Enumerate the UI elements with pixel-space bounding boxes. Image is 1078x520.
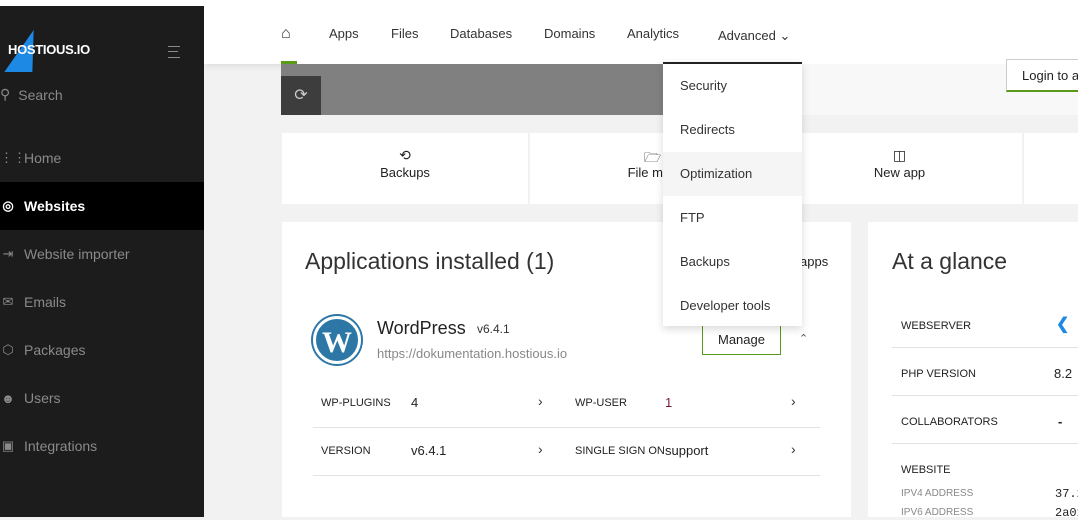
detail-label: VERSION xyxy=(321,445,371,457)
ipv4-label: IPV4 ADDRESS xyxy=(901,488,974,499)
tab-databases[interactable]: Databases xyxy=(450,6,512,64)
grid-icon: ⋮⋮ xyxy=(0,150,26,165)
quick-action-label: New app xyxy=(873,165,926,180)
at-a-glance-card: At a glance WEBSERVER ❮ PHP VERSION 8.2 … xyxy=(868,222,1078,520)
top-nav: ⌂ Apps Files Databases Domains Analytics… xyxy=(204,6,1078,64)
quick-action-new-app[interactable]: ◫ New app xyxy=(777,133,1022,204)
import-icon: ⇥ xyxy=(2,246,14,261)
quick-action-backups[interactable]: ⟲ Backups xyxy=(282,133,528,204)
glance-row: PHP VERSION 8.2 xyxy=(892,348,1078,396)
sidebar-item-website-importer[interactable]: ⇥ Website importer xyxy=(0,230,204,278)
refresh-icon[interactable]: ⟳ xyxy=(281,76,321,115)
glance-title: At a glance xyxy=(892,248,1008,274)
glance-row: WEBSERVER ❮ xyxy=(892,300,1078,348)
tab-home[interactable]: ⌂ xyxy=(281,6,297,64)
sidebar-search[interactable]: ⚲ Search xyxy=(0,86,63,103)
tab-files[interactable]: Files xyxy=(391,6,418,64)
menu-item-security[interactable]: Security xyxy=(663,64,802,108)
detail-label: SINGLE SIGN ON xyxy=(575,445,665,457)
menu-item-developer-tools[interactable]: Developer tools xyxy=(663,284,802,328)
sidebar-item-integrations[interactable]: ▣ Integrations xyxy=(0,422,204,470)
sidebar-item-label: Website importer xyxy=(24,246,130,262)
tab-advanced[interactable]: Advanced ⌄ xyxy=(718,8,790,66)
brand-name: HOSTIOUS.IO xyxy=(8,42,90,57)
app-version: v6.4.1 xyxy=(477,322,510,336)
sidebar-item-label: Emails xyxy=(24,294,67,310)
menu-item-ftp[interactable]: FTP xyxy=(663,196,802,240)
sidebar-item-label: Websites xyxy=(24,198,86,214)
sidebar-item-emails[interactable]: ✉ Emails xyxy=(0,278,204,326)
integrations-icon: ▣ xyxy=(1,438,15,453)
top-strip xyxy=(0,0,1078,6)
chevron-up-icon[interactable]: ⌃ xyxy=(799,332,808,345)
brand-logo[interactable]: HOSTIOUS.IO xyxy=(4,28,98,74)
sidebar-item-label: Home xyxy=(24,150,62,166)
chevron-right-icon[interactable]: › xyxy=(538,393,543,409)
chevron-right-icon[interactable]: › xyxy=(791,393,796,409)
glance-row: COLLABORATORS - xyxy=(892,396,1078,444)
sidebar-item-users[interactable]: ☻ Users xyxy=(0,374,204,422)
sidebar-item-label: Integrations xyxy=(24,438,98,454)
home-icon: ⌂ xyxy=(281,25,291,42)
user-icon: ☻ xyxy=(1,390,15,406)
app-url[interactable]: https://dokumentation.hostious.io xyxy=(377,346,567,361)
menu-item-optimization[interactable]: Optimization xyxy=(663,152,802,196)
search-label: Search xyxy=(18,86,63,103)
litespeed-logo-icon: ❮ xyxy=(1056,316,1070,333)
globe-icon: ◎ xyxy=(2,198,14,213)
sidebar-item-websites[interactable]: ◎ Websites xyxy=(0,182,204,230)
package-icon: ⬡ xyxy=(2,342,14,357)
manage-button[interactable]: Manage xyxy=(702,324,781,355)
detail-value: 1 xyxy=(665,395,673,410)
app-detail-row: VERSION v6.4.1 › SINGLE SIGN ON support … xyxy=(313,428,820,476)
detail-label: WP-PLUGINS xyxy=(321,397,391,409)
detail-label: WP-USER xyxy=(575,397,627,409)
quick-action-label: Backups xyxy=(380,165,430,180)
preview-banner xyxy=(281,64,664,115)
detail-value: 4 xyxy=(411,395,419,410)
glance-value: - xyxy=(1058,414,1063,429)
ipv4-value: 37.2 xyxy=(1055,487,1078,501)
backup-icon: ⟲ xyxy=(399,147,411,163)
layout-icon: ◫ xyxy=(892,147,907,163)
glance-value: 8.2 xyxy=(1054,366,1073,381)
advanced-dropdown-menu: Security Redirects Optimization FTP Back… xyxy=(663,62,802,326)
tab-analytics[interactable]: Analytics xyxy=(627,6,679,64)
glance-label: WEBSERVER xyxy=(901,320,972,332)
chevron-right-icon[interactable]: › xyxy=(538,441,543,457)
mail-icon: ✉ xyxy=(2,294,14,309)
detail-value: v6.4.1 xyxy=(411,443,447,458)
ipv6-value: 2a01 xyxy=(1055,506,1078,520)
chevron-down-icon: ⌄ xyxy=(779,28,791,43)
ipv6-label: IPV6 ADDRESS xyxy=(901,507,974,518)
glance-label: COLLABORATORS xyxy=(901,416,998,428)
sidebar-item-packages[interactable]: ⬡ Packages xyxy=(0,326,204,374)
sidebar-item-label: Users xyxy=(24,390,61,406)
menu-item-redirects[interactable]: Redirects xyxy=(663,108,802,152)
search-icon: ⚲ xyxy=(0,86,11,102)
tab-advanced-label: Advanced xyxy=(718,28,776,43)
login-button[interactable]: Login to a xyxy=(1006,59,1078,92)
applications-title: Applications installed (1) xyxy=(305,248,555,274)
all-apps-link[interactable]: apps xyxy=(800,254,828,269)
website-label: WEBSITE xyxy=(901,464,951,476)
menu-toggle-icon[interactable] xyxy=(168,46,180,58)
chevron-right-icon[interactable]: › xyxy=(791,441,796,457)
app-name: WordPress xyxy=(377,318,466,338)
tab-apps[interactable]: Apps xyxy=(329,6,359,64)
quick-action-more[interactable] xyxy=(1024,133,1078,204)
tab-domains[interactable]: Domains xyxy=(544,6,595,64)
wordpress-logo-icon: W xyxy=(313,316,361,364)
sidebar-item-home[interactable]: ⋮⋮ Home xyxy=(0,134,204,182)
menu-item-backups[interactable]: Backups xyxy=(663,240,802,284)
detail-value: support xyxy=(665,443,709,458)
glance-label: PHP VERSION xyxy=(901,368,976,380)
sidebar: HOSTIOUS.IO ⚲ Search ⋮⋮ Home ◎ Websites ⇥ We… xyxy=(0,6,204,517)
sidebar-item-label: Packages xyxy=(24,342,86,358)
app-detail-row: WP-PLUGINS 4 › WP-USER 1 › xyxy=(313,380,820,428)
